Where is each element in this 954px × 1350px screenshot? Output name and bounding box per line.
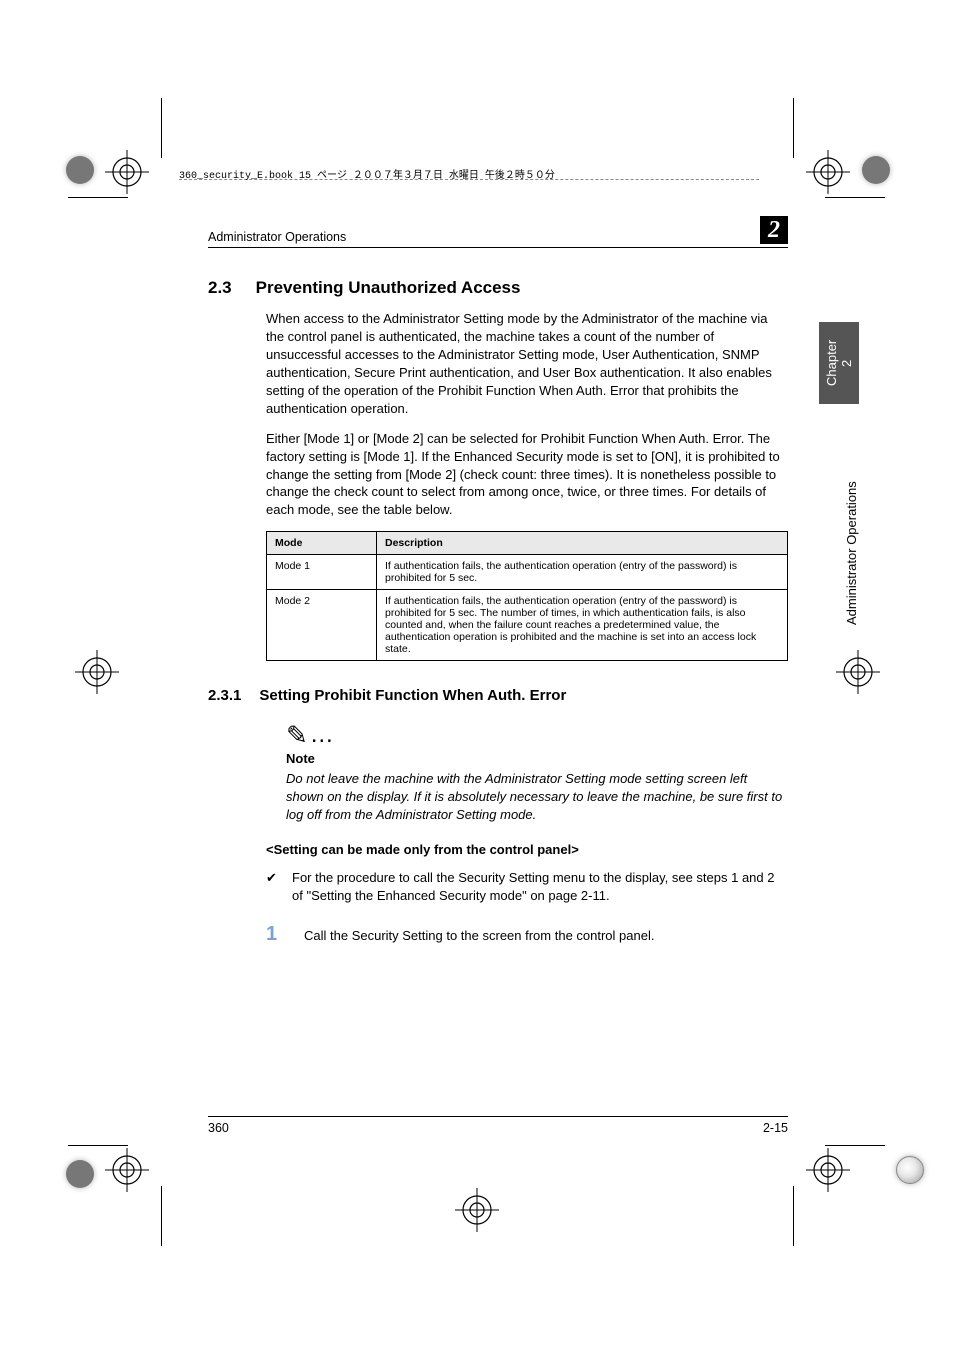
reg-mark-top-left bbox=[105, 150, 149, 194]
reg-mark-bottom-right bbox=[806, 1148, 850, 1192]
subsection-heading: 2.3.1 Setting Prohibit Function When Aut… bbox=[208, 687, 788, 704]
table-cell: If authentication fails, the authenticat… bbox=[377, 555, 788, 590]
step-item: 1 Call the Security Setting to the scree… bbox=[266, 923, 788, 946]
crop-mark bbox=[161, 98, 162, 158]
subheading: <Setting can be made only from the contr… bbox=[266, 842, 788, 857]
table-header: Description bbox=[377, 532, 788, 555]
reg-mark-top-right bbox=[806, 150, 850, 194]
note-heading: Note bbox=[286, 751, 788, 766]
page-header: Administrator Operations 2 bbox=[208, 216, 788, 248]
reg-mark-bottom-left bbox=[105, 1148, 149, 1192]
note-icon: ✎… bbox=[286, 722, 788, 749]
source-file-text: 360_security_E.book 15 ページ ２００７年３月７日 水曜日… bbox=[179, 171, 555, 182]
page-header-title: Administrator Operations bbox=[208, 230, 346, 244]
crop-mark bbox=[68, 1145, 128, 1146]
note-block: ✎… Note Do not leave the machine with th… bbox=[286, 722, 788, 824]
footer-right: 2-15 bbox=[763, 1121, 788, 1135]
crop-mark bbox=[161, 1186, 162, 1246]
check-item: ✔ For the procedure to call the Security… bbox=[266, 869, 788, 905]
page-footer: 360 2-15 bbox=[208, 1116, 788, 1135]
step-number: 1 bbox=[266, 923, 286, 946]
page-content: Administrator Operations 2 2.3 Preventin… bbox=[208, 216, 788, 946]
reg-mark-bottom-center bbox=[455, 1188, 499, 1232]
chapter-tab: Chapter 2 bbox=[819, 322, 859, 404]
section-title: Preventing Unauthorized Access bbox=[256, 278, 521, 298]
table-cell: If authentication fails, the authenticat… bbox=[377, 590, 788, 661]
crop-mark bbox=[825, 197, 885, 198]
color-dot-top-left bbox=[66, 156, 94, 184]
table-cell: Mode 1 bbox=[267, 555, 377, 590]
chapter-number-box: 2 bbox=[760, 216, 788, 244]
check-text: For the procedure to call the Security S… bbox=[292, 869, 788, 905]
crop-mark bbox=[793, 98, 794, 158]
section-number: 2.3 bbox=[208, 278, 232, 298]
subsection-number: 2.3.1 bbox=[208, 687, 241, 704]
color-dot-bottom-right bbox=[896, 1156, 924, 1184]
color-dot-bottom-left bbox=[66, 1160, 94, 1188]
table-row: Mode 2 If authentication fails, the auth… bbox=[267, 590, 788, 661]
check-icon: ✔ bbox=[266, 869, 280, 905]
step-text: Call the Security Setting to the screen … bbox=[304, 928, 654, 943]
paragraph: When access to the Administrator Setting… bbox=[266, 310, 788, 418]
chapter-side-name: Administrator Operations bbox=[844, 420, 859, 625]
reg-mark-mid-right bbox=[836, 650, 880, 694]
note-body: Do not leave the machine with the Admini… bbox=[286, 770, 788, 824]
footer-left: 360 bbox=[208, 1121, 229, 1135]
table-cell: Mode 2 bbox=[267, 590, 377, 661]
source-file-header: 360_security_E.book 15 ページ ２００７年３月７日 水曜日… bbox=[179, 166, 759, 180]
crop-mark bbox=[68, 197, 128, 198]
subsection-title: Setting Prohibit Function When Auth. Err… bbox=[259, 687, 566, 704]
mode-table: Mode Description Mode 1 If authenticatio… bbox=[266, 531, 788, 661]
color-dot-top-right bbox=[862, 156, 890, 184]
table-header: Mode bbox=[267, 532, 377, 555]
crop-mark bbox=[793, 1186, 794, 1246]
table-row: Mode 1 If authentication fails, the auth… bbox=[267, 555, 788, 590]
crop-mark bbox=[825, 1145, 885, 1146]
reg-mark-mid-left bbox=[75, 650, 119, 694]
paragraph: Either [Mode 1] or [Mode 2] can be selec… bbox=[266, 430, 788, 520]
section-heading: 2.3 Preventing Unauthorized Access bbox=[208, 278, 788, 298]
